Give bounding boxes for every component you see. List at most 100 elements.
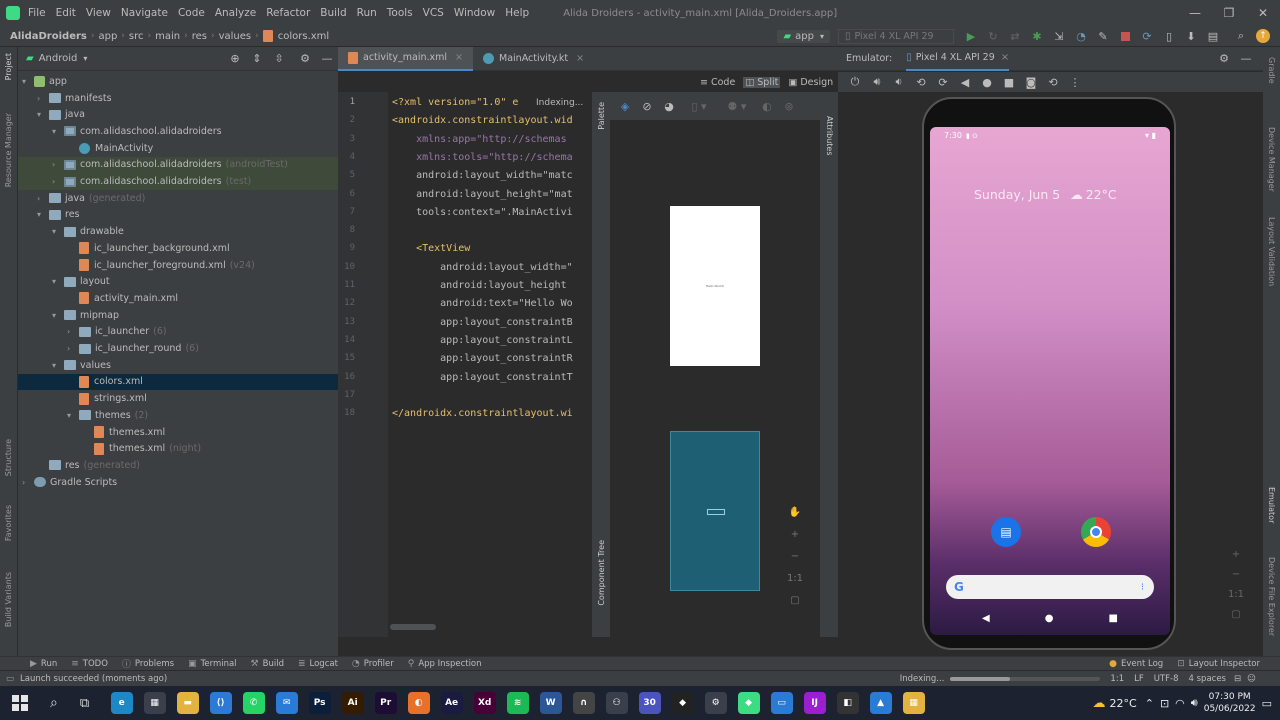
tree-item[interactable]: › manifests: [18, 90, 338, 107]
code-line[interactable]: xmlns:tools="http://schema: [392, 152, 573, 163]
more-options-icon[interactable]: ⋮: [1068, 75, 1082, 89]
menu-help[interactable]: Help: [505, 7, 529, 19]
volume-up-icon[interactable]: 🔊︎: [870, 75, 884, 89]
task-view-icon[interactable]: ⧉: [80, 696, 89, 711]
code-line[interactable]: <?xml version="1.0" e: [392, 97, 518, 108]
api-dropdown-icon[interactable]: ⚉ ▾: [722, 99, 752, 113]
teams-icon[interactable]: 30: [638, 692, 661, 714]
code-line[interactable]: app:layout_constraintR: [392, 353, 572, 364]
photos-icon[interactable]: ▲: [869, 692, 892, 714]
device-dropdown-icon[interactable]: ▯ ▾: [684, 99, 714, 113]
palette-tool-tab[interactable]: Palette: [597, 102, 606, 130]
tree-item[interactable]: › ic_launcher (6): [18, 324, 338, 341]
menu-refactor[interactable]: Refactor: [266, 7, 310, 19]
restore-button[interactable]: ❐: [1212, 6, 1246, 20]
app-grid-icon[interactable]: ▦: [902, 692, 925, 714]
intellij-icon[interactable]: IJ: [803, 692, 826, 714]
locale-icon[interactable]: ⊛: [782, 99, 796, 113]
settings-icon[interactable]: ⚙: [704, 692, 727, 714]
tree-item[interactable]: MainActivity: [18, 140, 338, 157]
expand-all-icon[interactable]: ⇕: [250, 52, 264, 66]
volume-down-icon[interactable]: 🔉︎: [892, 75, 906, 89]
chevron-down-icon[interactable]: ▾: [52, 361, 64, 370]
zoom-actual-icon[interactable]: 1:1: [1226, 585, 1246, 605]
tree-item[interactable]: ▾ mipmap: [18, 307, 338, 324]
run-config-selector[interactable]: ▰ app ▾: [777, 29, 830, 43]
back-icon[interactable]: ◀: [958, 75, 972, 89]
attributes-tool-tab[interactable]: Attributes: [825, 116, 834, 156]
app-inspection-tool-button[interactable]: ⚲ App Inspection: [408, 659, 482, 669]
run-tool-button[interactable]: ▶ Run: [30, 659, 57, 669]
emulator-tool-tab[interactable]: Emulator: [1267, 487, 1276, 523]
tree-item[interactable]: › com.alidaschool.alidadroiders (androidTe…: [18, 156, 338, 174]
design-surface[interactable]: ◈ ⊘ ◕ ▯ ▾ ⚉ ▾ ◐ ⊛ Hello World! ✋ + − 1:1…: [610, 92, 820, 637]
theme-icon[interactable]: ◐: [760, 99, 774, 113]
breadcrumb-item[interactable]: main: [155, 31, 180, 42]
chevron-right-icon[interactable]: ›: [67, 327, 79, 336]
device-manager-icon[interactable]: ▯: [1162, 29, 1176, 43]
event-log-tool-button[interactable]: ● Event Log: [1109, 659, 1163, 669]
tree-item[interactable]: ▾ res: [18, 207, 338, 224]
chevron-right-icon[interactable]: ›: [52, 177, 64, 186]
tree-item[interactable]: ic_launcher_background.xml: [18, 240, 338, 257]
problems-tool-button[interactable]: ⓘ Problems: [122, 657, 174, 671]
code-line[interactable]: app:layout_constraintB: [392, 317, 572, 328]
breadcrumb-item[interactable]: AlidaDroiders: [10, 31, 87, 42]
profile-icon[interactable]: ◔: [1074, 29, 1088, 43]
tree-item[interactable]: res (generated): [18, 457, 338, 474]
menu-analyze[interactable]: Analyze: [215, 7, 256, 19]
menu-code[interactable]: Code: [178, 7, 205, 19]
gear-icon[interactable]: ⚙: [1217, 52, 1231, 66]
code-line[interactable]: </androidx.constraintlayout.wi: [392, 408, 573, 419]
chevron-down-icon[interactable]: ▾: [67, 411, 79, 420]
todo-tool-button[interactable]: ≡ TODO: [71, 659, 108, 669]
edge-icon[interactable]: e: [110, 692, 133, 714]
design-mode-button[interactable]: ▣ Design: [788, 77, 833, 88]
line-separator[interactable]: LF: [1134, 674, 1144, 684]
zoom-in-icon[interactable]: +: [1226, 545, 1246, 565]
tree-item[interactable]: ▾ layout: [18, 273, 338, 290]
tray-chevron-up-icon[interactable]: ⌃: [1145, 697, 1154, 710]
breadcrumb-item[interactable]: app: [98, 31, 117, 42]
nav-back-icon[interactable]: ◀: [982, 613, 990, 624]
windows-start-icon[interactable]: [12, 695, 28, 711]
nav-home-icon[interactable]: ●: [1045, 613, 1054, 624]
chevron-down-icon[interactable]: ▾: [22, 77, 34, 86]
terminal-tool-button[interactable]: ▣ Terminal: [188, 659, 236, 669]
search-icon[interactable]: ⌕: [1234, 29, 1248, 43]
nav-recents-icon[interactable]: ■: [1109, 613, 1118, 624]
figma-icon[interactable]: ◆: [671, 692, 694, 714]
build-variants-tool-tab[interactable]: Build Variants: [4, 572, 13, 627]
hide-panel-icon[interactable]: —: [1239, 52, 1253, 66]
at-a-glance-widget[interactable]: Sunday, Jun 5 ☁ 22°C: [974, 187, 1117, 202]
stop-icon[interactable]: [1118, 29, 1132, 43]
chevron-right-icon[interactable]: ›: [22, 478, 34, 487]
app-orange-icon[interactable]: ◐: [407, 692, 430, 714]
sync-gradle-icon[interactable]: ⟳: [1140, 29, 1154, 43]
apply-code-changes-icon[interactable]: ⇄: [1008, 29, 1022, 43]
close-icon[interactable]: ×: [455, 52, 463, 63]
tree-item[interactable]: strings.xml: [18, 390, 338, 407]
project-view-selector[interactable]: Android: [39, 53, 78, 64]
illustrator-icon[interactable]: Ai: [341, 692, 364, 714]
chrome-app-icon[interactable]: [1081, 517, 1111, 547]
zoom-out-icon[interactable]: −: [786, 546, 804, 568]
resource-manager-tool-tab[interactable]: Resource Manager: [4, 113, 13, 187]
collapse-all-icon[interactable]: ⇳: [272, 52, 286, 66]
tree-item[interactable]: › Gradle Scripts: [18, 474, 338, 491]
zoom-out-icon[interactable]: −: [1226, 565, 1246, 585]
code-line[interactable]: android:layout_width="matc: [392, 170, 573, 181]
tree-item[interactable]: ▾ java: [18, 106, 338, 123]
emulator-device-tab[interactable]: ▯ Pixel 4 XL API 29 ×: [906, 47, 1010, 71]
app-w-icon[interactable]: W: [539, 692, 562, 714]
close-icon[interactable]: ×: [1001, 52, 1009, 63]
favorites-tool-tab[interactable]: Favorites: [4, 505, 13, 541]
mic-icon[interactable]: ⁝: [1141, 582, 1144, 593]
layers-icon[interactable]: ◈: [618, 99, 632, 113]
zoom-fit-icon[interactable]: ▢: [786, 590, 804, 612]
file-encoding[interactable]: UTF-8: [1154, 674, 1179, 684]
wifi-icon[interactable]: ◠: [1175, 697, 1185, 710]
chevron-right-icon[interactable]: ›: [52, 160, 64, 169]
menu-navigate[interactable]: Navigate: [121, 7, 168, 19]
rotate-left-icon[interactable]: ⟲: [914, 75, 928, 89]
